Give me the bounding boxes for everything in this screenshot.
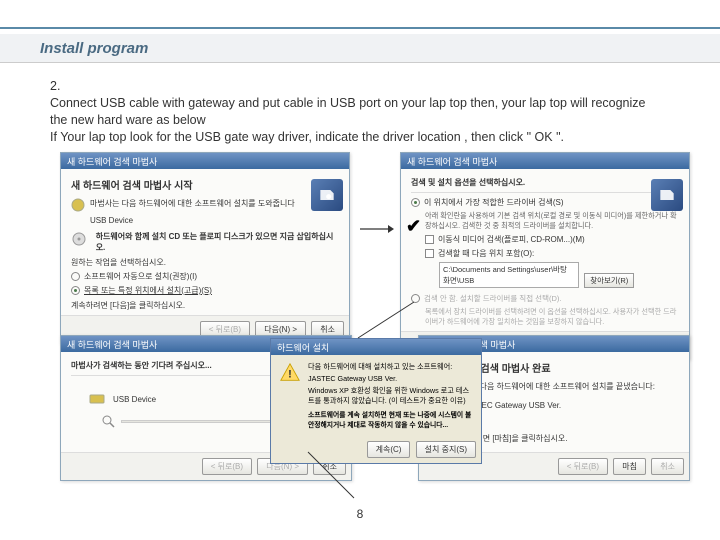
cd-icon [71, 231, 91, 247]
dlg3-back-button[interactable]: < 뒤로(B) [202, 458, 252, 475]
dlg3-device: USB Device [113, 395, 156, 404]
dlg1-opt-advanced[interactable]: 목록 또는 특정 위치에서 설치(고급)(S) [71, 285, 339, 296]
brand-sub: Infracore [620, 0, 702, 1]
dlg1-continue: 계속하려면 [다음]을 클릭하십시오. [71, 300, 339, 311]
annotation-line [306, 450, 366, 500]
dlg3-title: 새 하드웨어 검색 마법사 [67, 338, 157, 351]
popup-title: 하드웨어 설치 [277, 341, 329, 354]
search-anim-icon [101, 414, 115, 428]
dlg2-title: 새 하드웨어 검색 마법사 [407, 155, 497, 168]
dlg4-finish-button[interactable]: 마침 [613, 458, 646, 475]
dlg1-device: USB Device [90, 216, 339, 225]
dlg2-browse-button[interactable]: 찾아보기(R) [584, 273, 634, 288]
page-number: 8 [357, 507, 364, 521]
warning-icon: ! [279, 362, 301, 384]
wizard-dialog-start: 새 하드웨어 검색 마법사 새 하드웨어 검색 마법사 시작 마법사는 다음 하… [60, 152, 350, 344]
dlg2-cb1[interactable]: 이동식 미디어 검색(플로피, CD-ROM...)(M) [425, 234, 679, 245]
dlg2-r1-sub: 아래 확인란을 사용하여 기본 검색 위치(로컬 경로 및 이동식 미디어)를 … [425, 211, 679, 231]
dlg2-r1[interactable]: 이 위치에서 가장 적합한 드라이버 검색(S) [411, 197, 679, 208]
dlg1-heading: 새 하드웨어 검색 마법사 시작 [71, 177, 339, 192]
info-icon [71, 198, 85, 212]
popup-continue-button[interactable]: 계속(C) [367, 441, 411, 458]
popup-device: JASTEC Gateway USB Ver. [308, 374, 473, 383]
popup-warn2: 소프트웨어를 계속 설치하면 현재 또는 나중에 시스템이 불안정해지거나 제대… [308, 409, 473, 429]
dlg4-back-button[interactable]: < 뒤로(B) [558, 458, 608, 475]
annotation-line [356, 300, 416, 340]
dlg2-r2[interactable]: 검색 안 함. 설치할 드라이버를 직접 선택(D). [411, 293, 679, 304]
dlg2-r2-sub: 목록에서 장치 드라이버를 선택하려면 이 옵션을 선택하십시오. 사용자가 선… [425, 307, 679, 327]
wizard-dialog-options: 새 하드웨어 검색 마법사 검색 및 설치 옵션을 선택하십시오. 이 위치에서… [400, 152, 690, 360]
wizard-icon [311, 179, 343, 211]
dlg2-heading: 검색 및 설치 옵션을 선택하십시오. [411, 177, 679, 188]
popup-line1: 다음 하드웨어에 대해 설치하고 있는 소프트웨어: [308, 362, 473, 372]
dlg1-intro: 마법사는 다음 하드웨어에 대한 소프트웨어 설치를 도와줍니다 [90, 198, 295, 209]
wizard-icon [651, 179, 683, 211]
popup-stop-button[interactable]: 설치 중지(S) [416, 441, 476, 458]
hardware-install-popup: 하드웨어 설치 ! 다음 하드웨어에 대해 설치하고 있는 소프트웨어: JAS… [270, 338, 482, 464]
device-icon [89, 392, 107, 406]
dlg1-opt-auto[interactable]: 소프트웨어 자동으로 설치(권장)(I) [71, 271, 339, 282]
step-text: Connect USB cable with gateway and put c… [50, 95, 652, 146]
dlg1-title: 새 하드웨어 검색 마법사 [67, 155, 157, 168]
brand-logo: DOOSAN Infracore [620, 0, 702, 1]
step-number: 2. [50, 78, 88, 95]
page-title: Install program [0, 34, 720, 63]
arrow-icon [358, 222, 394, 241]
dlg1-prompt: 원하는 작업을 선택하십시오. [71, 257, 339, 268]
dlg4-cancel-button[interactable]: 취소 [651, 458, 684, 475]
dlg1-hint: 하드웨어와 함께 설치 CD 또는 플로피 디스크가 있으면 지금 삽입하십시오… [96, 231, 339, 253]
popup-warn: Windows XP 호환성 확인을 위한 Windows 로고 테스트를 통과… [308, 386, 473, 406]
checkmark-annotation: ✔ [406, 216, 421, 237]
dlg2-cb2[interactable]: 검색할 때 다음 위치 포함(O): [425, 248, 679, 259]
dlg2-path-input[interactable]: C:\Documents and Settings\user\바탕 화면\USB [439, 262, 579, 288]
svg-text:!: ! [288, 369, 292, 381]
